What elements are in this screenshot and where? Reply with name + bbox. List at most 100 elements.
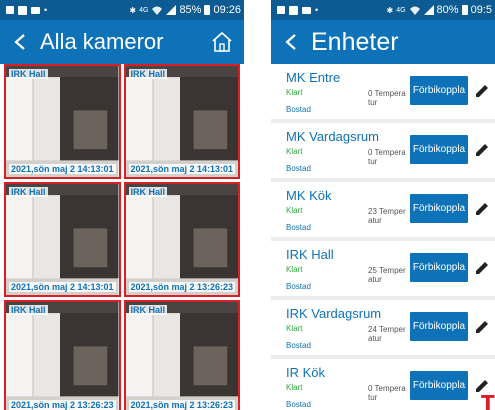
- back-arrow-icon: [14, 34, 25, 50]
- device-status: Klart: [286, 147, 303, 156]
- edit-pencil-icon: [476, 85, 488, 97]
- bypass-button[interactable]: Förbikoppla: [410, 371, 468, 400]
- device-card[interactable]: IRK Hall Klart Bostad 25 Temperatur Förb…: [271, 241, 495, 296]
- edit-button[interactable]: [472, 258, 492, 278]
- camera-tile[interactable]: IRK Hall 2021,sön maj 23 14:13:01: [4, 182, 121, 297]
- camera-date: 2021,sön maj 23: [9, 164, 83, 174]
- device-name: IRK Vardagsrum: [286, 306, 382, 321]
- signal-icon: [166, 5, 177, 15]
- device-status: Klart: [286, 206, 303, 215]
- camera-tile[interactable]: IRK Hall 2021,sön maj 23 13:26:23: [4, 300, 121, 410]
- bluetooth-icon: ✱: [386, 5, 394, 15]
- camera-snapshot-image: [125, 302, 238, 410]
- notification-icon: [6, 6, 14, 14]
- device-temperature: 25 Temperatur: [368, 266, 406, 284]
- camera-tile[interactable]: IRK Hall 2021,sön maj 23 13:26:23: [123, 300, 240, 410]
- device-card[interactable]: IRK Vardagsrum Klart Bostad 24 Temperatu…: [271, 300, 495, 355]
- edit-button[interactable]: [472, 199, 492, 219]
- clock: 09:26: [213, 4, 241, 16]
- device-room: Bostad: [286, 341, 311, 350]
- camera-snapshot-image: [6, 184, 119, 295]
- device-name: IR Kök: [286, 365, 326, 380]
- bluetooth-icon: ✱: [129, 5, 137, 15]
- camera-tile[interactable]: IRK Hall 2021,sön maj 23 13:26:23: [123, 182, 240, 297]
- phone-devices-screen: • ✱ 4G 80% 09:5 Enheter MK Entre Klart B…: [271, 0, 495, 410]
- phone-cameras-screen: • ✱ 4G 85% 09:26 Alla kameror IRK Hall 2…: [0, 0, 244, 410]
- camera-snapshot-image: [6, 66, 119, 177]
- device-status: Klart: [286, 383, 303, 392]
- network-type: 4G: [139, 6, 149, 14]
- app-bar: Enheter: [271, 20, 495, 64]
- back-button[interactable]: [0, 20, 40, 64]
- status-bar: • ✱ 4G 80% 09:5: [271, 0, 495, 20]
- device-status: Klart: [286, 88, 303, 97]
- device-name: MK Entre: [286, 70, 341, 85]
- edit-button[interactable]: [472, 317, 492, 337]
- device-room: Bostad: [286, 400, 311, 409]
- battery-icon: [461, 5, 468, 15]
- camera-snapshot-image: [125, 66, 238, 177]
- wifi-icon: [409, 6, 420, 15]
- device-room: Bostad: [286, 282, 311, 291]
- device-card[interactable]: MK Kök Klart Bostad 23 Temperatur Förbik…: [271, 182, 495, 237]
- camera-name: IRK Hall: [9, 305, 48, 315]
- page-title: Alla kameror: [40, 29, 164, 54]
- camera-date: 2021,sön maj 23: [128, 164, 202, 174]
- edit-button[interactable]: [472, 140, 492, 160]
- bypass-button[interactable]: Förbikoppla: [410, 194, 468, 223]
- back-button[interactable]: [271, 20, 311, 64]
- edit-pencil-icon: [476, 144, 488, 156]
- device-temperature: 23 Temperatur: [368, 207, 406, 225]
- home-icon: [212, 31, 232, 52]
- edit-pencil-icon: [476, 203, 488, 215]
- camera-tile[interactable]: IRK Hall 2021,sön maj 23 14:13:01: [4, 64, 121, 179]
- device-room: Bostad: [286, 223, 311, 232]
- battery-percent: 80%: [436, 4, 459, 16]
- edit-button[interactable]: [472, 81, 492, 101]
- device-room: Bostad: [286, 105, 311, 114]
- page-title: Enheter: [311, 27, 399, 56]
- device-card[interactable]: MK Vardagsrum Klart Bostad 0 Temperatur …: [271, 123, 495, 178]
- camera-snapshot-image: [6, 302, 119, 410]
- home-button[interactable]: [200, 20, 244, 64]
- camera-tile[interactable]: IRK Hall 2021,sön maj 23 14:13:01: [123, 64, 240, 179]
- clock: 09:5: [470, 4, 492, 16]
- camera-snapshot-image: [125, 184, 238, 295]
- dot-icon: •: [315, 5, 319, 15]
- device-temperature: 0 Temperatur: [368, 148, 406, 166]
- camera-time: 13:26:23: [75, 400, 116, 410]
- battery-percent: 85%: [179, 4, 202, 16]
- camera-date: 2021,sön maj 23: [128, 282, 202, 292]
- image-notification-icon: [31, 6, 40, 14]
- app-bar: Alla kameror: [0, 20, 244, 64]
- bypass-button[interactable]: Förbikoppla: [410, 135, 468, 164]
- device-card[interactable]: IR Kök Klart Bostad 0 Temperatur Förbiko…: [271, 359, 495, 410]
- edit-pencil-icon: [476, 262, 488, 274]
- wifi-icon: [152, 6, 163, 15]
- back-arrow-icon: [285, 34, 296, 50]
- device-card[interactable]: MK Entre Klart Bostad 0 Temperatur Förbi…: [271, 64, 495, 119]
- camera-name: IRK Hall: [9, 187, 48, 197]
- edit-pencil-icon: [476, 321, 488, 333]
- device-list: MK Entre Klart Bostad 0 Temperatur Förbi…: [271, 64, 495, 410]
- battery-icon: [204, 5, 211, 15]
- red-marker-annotation: T: [481, 391, 495, 410]
- camera-time: 14:13:01: [75, 282, 116, 292]
- camera-date: 2021,sön maj 23: [9, 282, 83, 292]
- notification-icon: [277, 6, 285, 14]
- camera-name: IRK Hall: [128, 305, 168, 315]
- camera-grid: IRK Hall 2021,sön maj 23 14:13:01 IRK Ha…: [4, 64, 240, 410]
- device-room: Bostad: [286, 164, 311, 173]
- device-status: Klart: [286, 265, 303, 274]
- bypass-button[interactable]: Förbikoppla: [410, 253, 468, 282]
- device-temperature: 0 Temperatur: [368, 384, 406, 402]
- bypass-button[interactable]: Förbikoppla: [410, 76, 468, 105]
- camera-date: 2021,sön maj 23: [128, 400, 202, 410]
- camera-date: 2021,sön maj 23: [9, 400, 83, 410]
- bypass-button[interactable]: Förbikoppla: [410, 312, 468, 341]
- camera-name: IRK Hall: [9, 69, 48, 79]
- device-name: IRK Hall: [286, 247, 334, 262]
- network-type: 4G: [396, 6, 406, 14]
- dot-icon: •: [44, 5, 48, 15]
- camera-time: 13:26:23: [194, 400, 235, 410]
